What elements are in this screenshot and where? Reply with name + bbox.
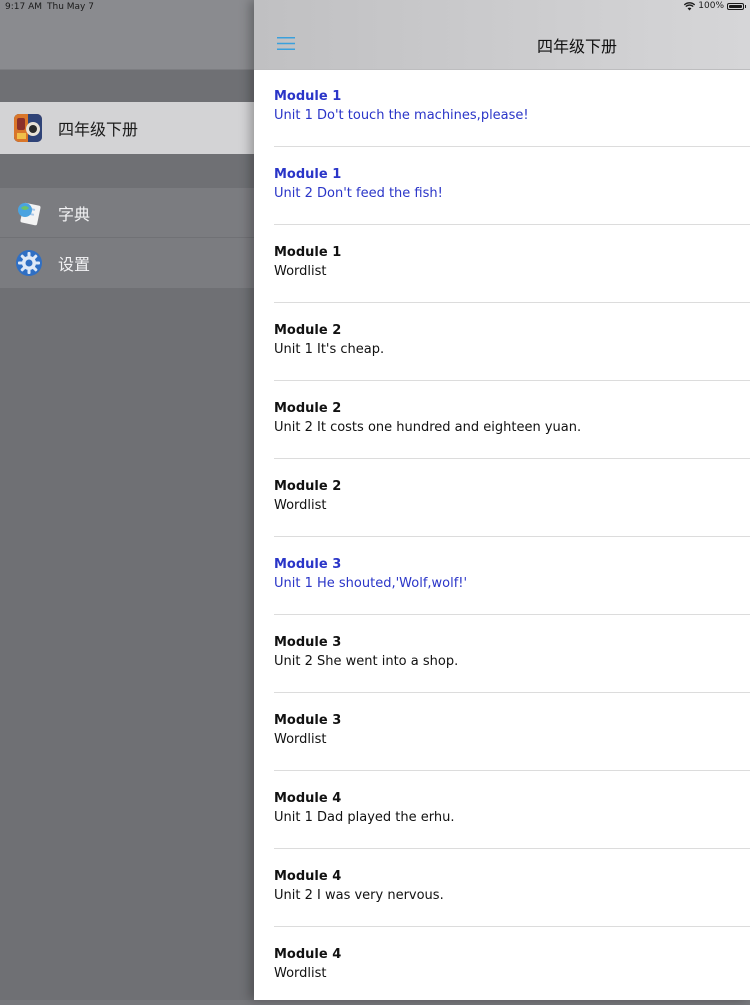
list-item-subtitle: Unit 2 It costs one hundred and eighteen… (274, 420, 582, 435)
status-time: 9:17 AM (5, 2, 42, 12)
list-item-title: Module 1 (274, 167, 342, 182)
list-item[interactable]: Module 3 Wordlist (254, 693, 750, 771)
wifi-icon (684, 1, 696, 11)
list-item-subtitle: Wordlist (274, 264, 327, 279)
dictionary-icon (15, 199, 43, 227)
list-item-title: Module 3 (274, 557, 342, 572)
sidebar-item-dictionary-label: 字典 (58, 204, 91, 224)
list-item-title: Module 2 (274, 401, 342, 416)
gear-icon (15, 249, 43, 277)
list-item-subtitle: Wordlist (274, 732, 327, 747)
list-item-title: Module 1 (274, 245, 342, 260)
list-item-subtitle: Unit 2 Don't feed the fish! (274, 186, 443, 201)
sidebar: 四年级下册 字典 设置 (0, 0, 254, 1000)
list-item[interactable]: Module 1 Unit 2 Don't feed the fish! (254, 147, 750, 225)
list-item-subtitle: Unit 2 I was very nervous. (274, 888, 444, 903)
list-item-title: Module 1 (274, 89, 342, 104)
list-item[interactable]: Module 4 Wordlist (254, 927, 750, 1005)
list-item[interactable]: Module 1 Wordlist (254, 225, 750, 303)
main-panel: 四年级下册 Module 1 Unit 1 Do't touch the mach… (254, 0, 750, 1000)
list-item[interactable]: Module 3 Unit 2 She went into a shop. (254, 615, 750, 693)
list-item-subtitle: Unit 1 Do't touch the machines,please! (274, 108, 529, 123)
list-item[interactable]: Module 4 Unit 1 Dad played the erhu. (254, 771, 750, 849)
battery-percent: 100% (698, 1, 724, 11)
lesson-list: Module 1 Unit 1 Do't touch the machines,p… (254, 69, 750, 1005)
status-date: Thu May 7 (47, 2, 94, 12)
list-item[interactable]: Module 3 Unit 1 He shouted,'Wolf,wolf!' (254, 537, 750, 615)
list-item-subtitle: Unit 1 Dad played the erhu. (274, 810, 455, 825)
list-item-subtitle: Wordlist (274, 498, 327, 513)
list-item-subtitle: Wordlist (274, 966, 327, 981)
list-item[interactable]: Module 2 Unit 1 It's cheap. (254, 303, 750, 381)
list-item-title: Module 3 (274, 635, 342, 650)
list-item-title: Module 3 (274, 713, 342, 728)
list-item-title: Module 4 (274, 947, 342, 962)
list-item-title: Module 2 (274, 323, 342, 338)
list-item[interactable]: Module 1 Unit 1 Do't touch the machines,p… (254, 69, 750, 147)
status-bar: 9:17 AM Thu May 7 100% (0, 0, 750, 14)
page-title: 四年级下册 (536, 37, 617, 56)
list-item[interactable]: Module 2 Wordlist (254, 459, 750, 537)
battery-icon (727, 2, 746, 10)
sidebar-item-settings-label: 设置 (58, 255, 91, 274)
status-indicators: 100% (684, 1, 746, 11)
list-item-title: Module 4 (274, 791, 342, 806)
list-item-subtitle: Unit 1 He shouted,'Wolf,wolf!' (274, 576, 468, 591)
list-item-subtitle: Unit 2 She went into a shop. (274, 654, 459, 669)
sidebar-menu: 字典 设置 (0, 188, 254, 288)
book-cover-icon (14, 114, 42, 142)
list-item[interactable]: Module 4 Unit 2 I was very nervous. (254, 849, 750, 927)
sidebar-item-book[interactable]: 四年级下册 (0, 102, 254, 154)
sidebar-item-settings[interactable]: 设置 (0, 238, 254, 288)
list-item-title: Module 2 (274, 479, 342, 494)
sidebar-book-label: 四年级下册 (58, 120, 139, 139)
sidebar-item-dictionary[interactable]: 字典 (0, 188, 254, 238)
list-item-subtitle: Unit 1 It's cheap. (274, 342, 385, 357)
list-item-title: Module 4 (274, 869, 342, 884)
list-item[interactable]: Module 2 Unit 2 It costs one hundred and … (254, 381, 750, 459)
